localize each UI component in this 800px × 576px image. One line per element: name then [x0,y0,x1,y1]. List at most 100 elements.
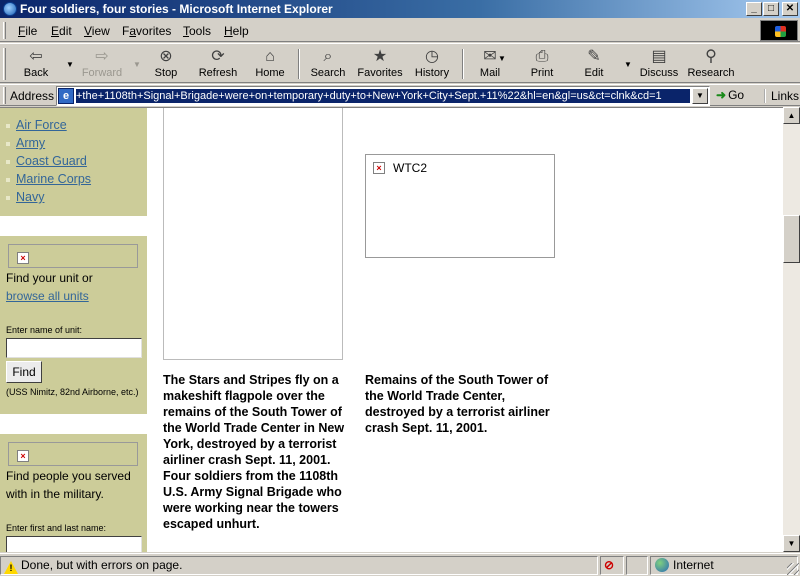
history-clock-icon: ◷ [425,48,439,65]
resize-grip[interactable] [787,563,799,575]
security-zone-pane: Internet [650,556,798,575]
status-text: Done, but with errors on page. [21,558,183,572]
menu-grip[interactable] [3,22,6,39]
discuss-button[interactable]: ▤ Discuss [638,46,680,82]
branch-link-air-force[interactable]: Air Force [16,118,67,132]
search-icon: ⌕ [323,48,333,65]
links-toolbar[interactable]: Links [764,89,799,103]
scroll-down-icon[interactable]: ▼ [783,535,800,552]
back-button[interactable]: ⇦ Back [14,46,58,82]
broken-image-icon: × [17,252,29,264]
close-button[interactable]: ✕ [782,2,798,16]
broken-image-icon: × [17,450,29,462]
people-finder-prompt: Find people you served with in the milit… [6,469,131,501]
edit-button[interactable]: ✎ Edit [576,46,612,82]
browse-all-units-link[interactable]: browse all units [6,289,89,303]
edit-document-icon: ✎ [587,48,601,65]
sidebar-divider [0,216,147,236]
menu-view[interactable]: View [84,24,110,38]
scroll-up-icon[interactable]: ▲ [783,107,800,124]
printer-icon: ⎙ [535,48,549,65]
unit-name-input[interactable] [6,338,142,358]
stop-button[interactable]: ⊗ Stop [146,46,186,82]
warning-icon[interactable]: ! [4,561,18,574]
menu-edit[interactable]: Edit [51,24,72,38]
right-photo-caption: Remains of the South Tower of the World … [365,373,550,435]
browser-window: Four soldiers, four stories - Microsoft … [0,0,800,576]
menu-file[interactable]: File [18,24,37,38]
wtc2-photo: × WTC2 [365,154,555,258]
mail-icon: ✉ [483,48,497,65]
branch-link-marine-corps[interactable]: Marine Corps [16,172,91,186]
go-button[interactable]: ➜ Go [716,88,744,102]
address-field[interactable]: e +the+1108th+Signal+Brigade+were+on+tem… [56,86,710,106]
status-message-pane[interactable]: ! Done, but with errors on page. [0,556,598,575]
unit-input-label: Enter name of unit: [6,325,83,335]
address-bar: Address e +the+1108th+Signal+Brigade+wer… [0,84,800,106]
windows-flag-icon [775,26,786,37]
person-name-input[interactable] [6,536,142,552]
home-button[interactable]: ⌂ Home [250,46,290,82]
research-button[interactable]: ⚲ Research [686,46,736,82]
print-button[interactable]: ⎙ Print [522,46,562,82]
refresh-icon: ⟳ [211,48,225,65]
title-bar: Four soldiers, four stories - Microsoft … [0,0,800,18]
favorites-button[interactable]: ★ Favorites [354,46,406,82]
flagpole-photo [163,108,343,360]
branch-link-coast-guard[interactable]: Coast Guard [16,154,87,168]
left-photo-caption: The Stars and Stripes fly on a makeshift… [163,373,345,531]
minimize-button[interactable]: _ [746,2,762,16]
broken-image-icon: × [373,162,385,174]
unit-finder-prompt: Find your unit or [6,271,93,285]
go-arrow-icon: ➜ [716,88,727,102]
privacy-blocked-icon[interactable]: ⊘ [604,557,614,574]
menu-help[interactable]: Help [224,24,249,38]
branch-list-block: Air Force Army Coast Guard Marine Corps … [0,118,147,208]
list-item: Air Force [0,118,147,136]
mail-dropdown-icon[interactable]: ▼ [498,54,506,63]
list-item: Army [0,136,147,154]
list-item: Marine Corps [0,172,147,190]
toolbar-separator [298,49,300,79]
find-unit-button[interactable]: Find [6,361,42,383]
unit-input-hint: (USS Nimitz, 82nd Airborne, etc.) [6,387,139,397]
menu-favorites[interactable]: Favorites [122,24,171,38]
branch-list: Air Force Army Coast Guard Marine Corps … [0,118,147,208]
menu-tools[interactable]: Tools [183,24,211,38]
privacy-pane[interactable]: ⊘ [600,556,624,575]
home-icon: ⌂ [265,48,275,65]
branch-link-navy[interactable]: Navy [16,190,44,204]
refresh-button[interactable]: ⟳ Refresh [194,46,242,82]
search-button[interactable]: ⌕ Search [306,46,350,82]
zone-label: Internet [673,558,714,572]
address-url[interactable]: +the+1108th+Signal+Brigade+were+on+tempo… [76,89,690,103]
forward-arrow-icon: ⇨ [95,48,109,65]
research-icon: ⚲ [705,48,717,65]
mail-button[interactable]: ✉ Mail [470,46,510,82]
back-arrow-icon: ⇦ [29,48,43,65]
toolbar-grip[interactable] [3,48,6,80]
forward-dropdown-icon[interactable]: ▼ [133,60,141,69]
sidebar-divider [0,414,147,434]
back-dropdown-icon[interactable]: ▼ [66,60,74,69]
edit-dropdown-icon[interactable]: ▼ [624,60,632,69]
favorites-star-icon: ★ [372,48,388,65]
address-dropdown-icon[interactable]: ▼ [692,88,708,104]
scroll-thumb[interactable] [783,215,800,263]
toolbar-separator [462,49,464,79]
history-button[interactable]: ◷ History [410,46,454,82]
address-grip[interactable] [3,87,6,104]
windows-logo [760,20,798,41]
unit-finder-image: × [8,244,138,268]
menu-bar: File Edit View Favorites Tools Help [0,19,800,42]
list-item: Navy [0,190,147,208]
ie-app-icon[interactable] [3,2,17,16]
forward-button[interactable]: ⇨ Forward [78,46,126,82]
maximize-button[interactable]: □ [763,2,779,16]
vertical-scrollbar[interactable]: ▲ ▼ [783,107,800,552]
window-title: Four soldiers, four stories - Microsoft … [20,2,333,16]
branch-link-army[interactable]: Army [16,136,45,150]
people-finder-image: × [8,442,138,466]
list-item: Coast Guard [0,154,147,172]
page-content: Air Force Army Coast Guard Marine Corps … [0,107,783,552]
